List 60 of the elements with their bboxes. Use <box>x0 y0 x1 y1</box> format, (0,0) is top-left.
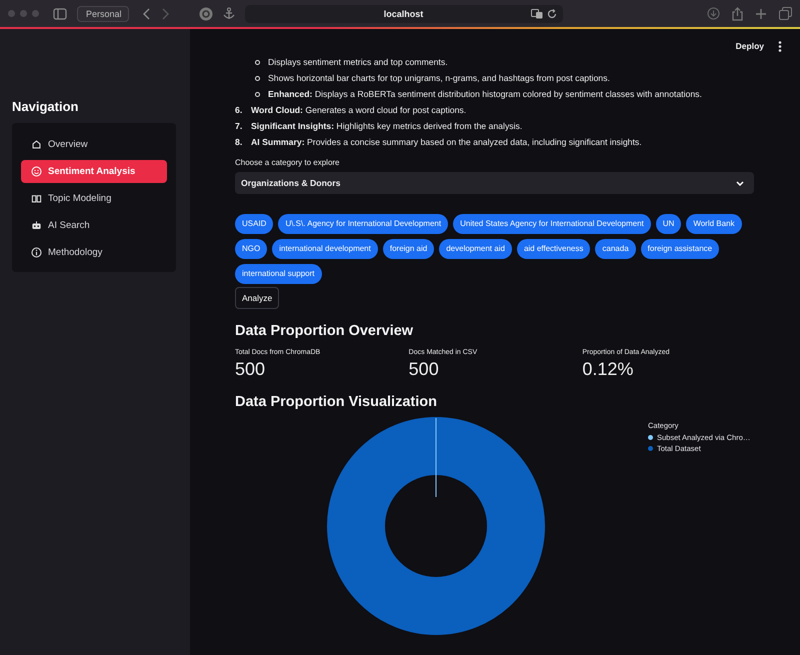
nav-item[interactable]: AI Search <box>21 214 167 237</box>
home-icon <box>31 139 42 150</box>
keyword-tag[interactable]: United States Agency for International Development <box>453 214 651 234</box>
keyword-tag[interactable]: canada <box>595 239 636 259</box>
translate-icon[interactable] <box>530 8 543 18</box>
anchor-icon[interactable] <box>222 7 235 20</box>
nav-item[interactable]: Methodology <box>21 241 167 264</box>
keyword-tag[interactable]: U\.S\. Agency for International Development <box>278 214 448 234</box>
deploy-button[interactable]: Deploy <box>736 41 764 51</box>
list-number: 6. <box>235 105 244 115</box>
analyze-button[interactable]: Analyze <box>235 287 280 309</box>
list-number: 7. <box>235 121 244 131</box>
keyword-tag[interactable]: UN <box>656 214 682 234</box>
share-icon[interactable] <box>732 6 743 20</box>
list-item-text: Shows horizontal bar charts for top unigrams, n-grams, and hashtags from post captions. <box>268 73 610 83</box>
keyword-tag[interactable]: international support <box>235 264 322 284</box>
category-dropdown[interactable]: Organizations & Donors <box>235 172 754 194</box>
smiley-icon <box>31 166 42 177</box>
keyword-tag[interactable]: USAID <box>235 214 274 234</box>
navigation-title: Navigation <box>12 99 80 114</box>
list-item-text: Enhanced: Displays a RoBERTa sentiment distribution histogram colored by sentiment classes with annotations. <box>268 89 702 99</box>
metric-value: 500 <box>235 359 266 380</box>
robot-icon <box>31 220 42 231</box>
bullet-icon <box>255 92 260 96</box>
metric-value: 500 <box>408 359 440 380</box>
back-icon[interactable] <box>142 8 151 20</box>
nav-item[interactable]: Sentiment Analysis <box>21 160 167 183</box>
keyword-tag[interactable]: NGO <box>235 239 268 259</box>
list-item-text: Displays sentiment metrics and top comments. <box>268 57 448 67</box>
keyword-tag[interactable]: World Bank <box>686 214 742 234</box>
bullet-icon <box>255 60 260 64</box>
forward-icon[interactable] <box>160 8 169 20</box>
chevron-down-icon <box>736 180 744 186</box>
more-options-icon[interactable] <box>778 40 782 52</box>
keyword-tag[interactable]: international development <box>272 239 378 259</box>
reload-icon[interactable] <box>546 8 557 18</box>
extension-icon[interactable] <box>198 6 213 20</box>
keyword-tag[interactable]: development aid <box>439 239 512 259</box>
metric-value: 0.12% <box>582 359 634 380</box>
keyword-tag[interactable]: foreign aid <box>382 239 434 259</box>
nav-item[interactable]: Overview <box>21 133 167 156</box>
sidebar-icon[interactable] <box>53 8 67 20</box>
book-icon <box>31 193 42 204</box>
list-item-text: Word Cloud: Generates a word cloud for post captions. <box>251 105 466 115</box>
tabs-overview-icon[interactable] <box>779 7 792 20</box>
section-heading: Data Proportion Visualization <box>235 394 438 410</box>
bullet-icon <box>255 76 260 80</box>
keyword-tag[interactable]: aid effectiveness <box>516 239 590 259</box>
nav-item[interactable]: Topic Modeling <box>21 187 167 210</box>
list-number: 8. <box>235 137 244 147</box>
list-item-text: AI Summary: Provides a concise summary based on the analyzed data, including significant insights. <box>251 137 642 147</box>
info-icon <box>31 247 42 258</box>
profile-button[interactable]: Personal <box>77 6 129 22</box>
new-tab-icon[interactable] <box>755 8 767 20</box>
address-bar[interactable]: localhost <box>244 4 563 22</box>
download-icon[interactable] <box>707 7 720 20</box>
field-label: Choose a category to explore <box>235 158 341 167</box>
keyword-tag[interactable]: foreign assistance <box>640 239 720 259</box>
list-item-text: Significant Insights: Highlights key metrics derived from the analysis. <box>251 121 522 131</box>
section-heading: Data Proportion Overview <box>235 323 414 339</box>
